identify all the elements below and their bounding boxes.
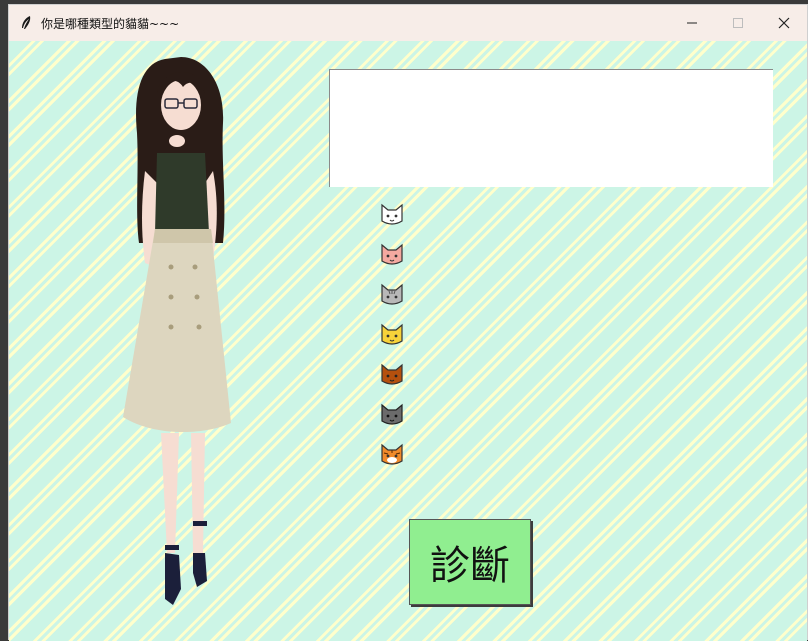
white-cat-icon <box>381 203 403 225</box>
window-title: 你是哪種類型的貓貓~~~ <box>41 16 180 31</box>
minimize-icon <box>687 22 697 24</box>
brown-cat-icon <box>381 363 403 385</box>
minimize-button[interactable] <box>669 5 715 41</box>
diagnose-button[interactable]: 診斷 <box>409 519 531 605</box>
maximize-button[interactable] <box>715 5 761 41</box>
dark-gray-cat-icon <box>381 403 403 425</box>
close-icon <box>778 17 790 29</box>
close-button[interactable] <box>761 5 807 41</box>
girl-illustration <box>123 57 231 605</box>
main-canvas: 診斷 <box>9 41 807 641</box>
title-bar[interactable]: 你是哪種類型的貓貓~~~ <box>9 5 807 41</box>
orange-tiger-cat-icon <box>381 443 403 465</box>
maximize-icon <box>733 18 743 28</box>
pink-cat-icon <box>381 243 403 265</box>
app-window: 你是哪種類型的貓貓~~~ 診斷 <box>8 4 808 641</box>
yellow-cat-icon <box>381 323 403 345</box>
result-display <box>329 69 773 187</box>
feather-icon <box>22 16 31 29</box>
gray-tabby-cat-icon <box>381 283 403 305</box>
